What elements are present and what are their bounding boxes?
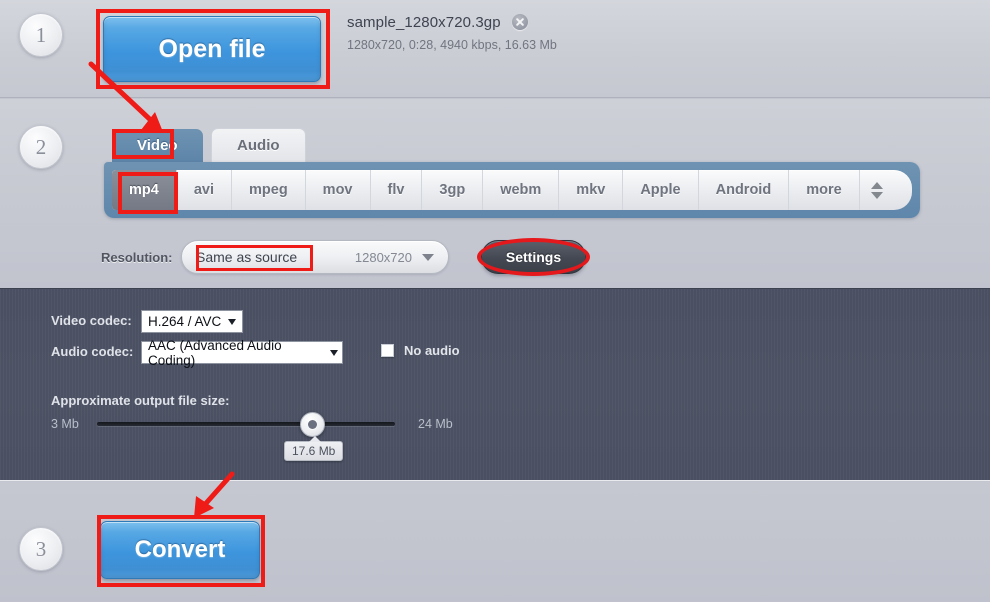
step-number-2: 2 — [19, 125, 63, 169]
format-mp4[interactable]: mp4 — [112, 170, 177, 210]
step1-panel: 1 Open file sample_1280x720.3gp 1280x720… — [0, 0, 990, 98]
step-number-3: 3 — [19, 527, 63, 571]
file-name: sample_1280x720.3gp — [347, 14, 501, 31]
format-3gp[interactable]: 3gp — [422, 170, 484, 210]
file-meta: 1280x720, 0:28, 4940 kbps, 16.63 Mb — [347, 38, 557, 52]
no-audio-checkbox-row[interactable]: No audio — [381, 343, 460, 358]
chevron-down-icon — [228, 318, 237, 325]
spinner-up-icon[interactable] — [870, 181, 883, 189]
size-slider-min: 3 Mb — [51, 417, 79, 431]
output-size-label: Approximate output file size: — [51, 393, 230, 408]
resolution-dropdown[interactable]: Same as source 1280x720 — [181, 240, 449, 274]
media-type-tabs: Video Audio — [112, 128, 306, 162]
tab-audio[interactable]: Audio — [211, 128, 306, 162]
size-slider-max: 24 Mb — [418, 417, 453, 431]
video-codec-value: H.264 / AVC — [148, 314, 222, 329]
format-list: mp4 avi mpeg mov flv 3gp webm mkv Apple … — [112, 170, 912, 210]
video-codec-select[interactable]: H.264 / AVC — [141, 310, 243, 333]
converter-app: 1 Open file sample_1280x720.3gp 1280x720… — [0, 0, 990, 602]
no-audio-label: No audio — [404, 343, 460, 358]
format-avi[interactable]: avi — [177, 170, 232, 210]
file-info: sample_1280x720.3gp 1280x720, 0:28, 4940… — [347, 14, 667, 52]
format-mov[interactable]: mov — [306, 170, 371, 210]
format-bar: mp4 avi mpeg mov flv 3gp webm mkv Apple … — [104, 162, 920, 218]
no-audio-checkbox[interactable] — [381, 344, 394, 357]
step-number-1: 1 — [19, 13, 63, 57]
chevron-down-icon — [422, 253, 434, 261]
file-name-row: sample_1280x720.3gp — [347, 14, 667, 32]
spinner-down-icon[interactable] — [870, 191, 883, 199]
audio-codec-value: AAC (Advanced Audio Coding) — [148, 337, 282, 368]
convert-button[interactable]: Convert — [100, 521, 260, 579]
format-spinner[interactable] — [860, 170, 894, 210]
resolution-value: Same as source — [196, 249, 298, 265]
resolution-source-hint: 1280x720 — [354, 249, 412, 265]
format-mkv[interactable]: mkv — [559, 170, 624, 210]
format-android[interactable]: Android — [699, 170, 790, 210]
format-more[interactable]: more — [789, 170, 860, 210]
format-webm[interactable]: webm — [483, 170, 560, 210]
resolution-label: Resolution: — [101, 250, 173, 265]
format-flv[interactable]: flv — [371, 170, 423, 210]
close-circle-icon[interactable] — [512, 14, 529, 30]
size-slider-handle[interactable] — [300, 412, 325, 437]
tab-video[interactable]: Video — [112, 129, 203, 162]
open-file-button[interactable]: Open file — [103, 16, 321, 82]
format-apple[interactable]: Apple — [623, 170, 699, 210]
size-slider-value: 17.6 Mb — [284, 436, 344, 461]
size-slider-track[interactable] — [97, 422, 395, 426]
audio-codec-select[interactable]: AAC (Advanced Audio Coding) — [141, 338, 343, 368]
audio-codec-label: Audio codec: — [51, 344, 134, 359]
video-codec-label: Video codec: — [51, 313, 132, 328]
chevron-down-icon — [330, 349, 338, 356]
settings-button[interactable]: Settings — [481, 240, 586, 274]
format-mpeg[interactable]: mpeg — [232, 170, 306, 210]
